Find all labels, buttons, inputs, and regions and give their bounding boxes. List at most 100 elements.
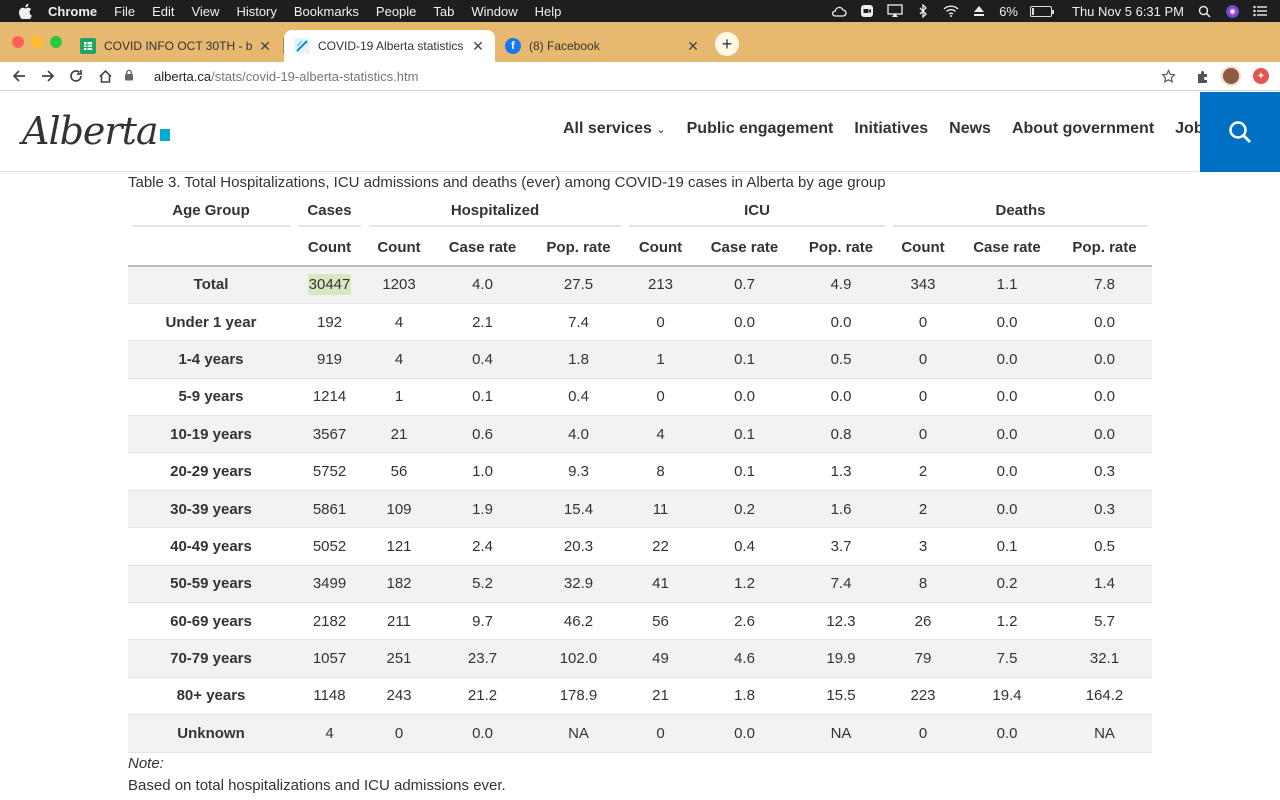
- minimize-window-button[interactable]: [31, 36, 43, 48]
- main-navigation: All services ⌄ Public engagement Initiat…: [563, 120, 1213, 138]
- table-cell: 109: [365, 490, 433, 529]
- siri-icon[interactable]: [1224, 4, 1240, 18]
- age-group-cell: 60-69 years: [128, 602, 294, 641]
- group-header-age: Age Group: [128, 198, 294, 230]
- menu-help[interactable]: Help: [535, 4, 562, 19]
- menu-window[interactable]: Window: [471, 4, 517, 19]
- tab-covid-info[interactable]: COVID INFO OCT 30TH - by Re ✕: [70, 30, 282, 62]
- tab-close-icon[interactable]: ✕: [258, 38, 272, 55]
- menu-app-name[interactable]: Chrome: [48, 4, 97, 19]
- sheets-icon: [80, 38, 96, 54]
- nav-public-engagement[interactable]: Public engagement: [687, 120, 834, 138]
- spotlight-search-icon[interactable]: [1196, 4, 1212, 18]
- table-cell: 251: [365, 639, 433, 678]
- notification-center-icon[interactable]: [1252, 4, 1268, 18]
- table-cell: 1: [365, 378, 433, 417]
- nav-about-government[interactable]: About government: [1012, 120, 1154, 138]
- clock[interactable]: Thu Nov 5 6:31 PM: [1072, 4, 1184, 19]
- eject-icon[interactable]: [971, 4, 987, 18]
- lock-icon[interactable]: [124, 69, 136, 84]
- home-button[interactable]: [91, 62, 119, 90]
- logo-mark-icon: [159, 129, 170, 141]
- table-cell: 3567: [294, 415, 365, 454]
- tab-covid-alberta[interactable]: COVID-19 Alberta statistics | a ✕: [284, 30, 495, 62]
- table-cell: 19.4: [957, 677, 1057, 716]
- nav-news[interactable]: News: [949, 120, 991, 138]
- table-row: Under 1 year 192 4 2.1 7.4 0 0.0 0.0 0 0.0 0.0: [128, 303, 1152, 342]
- url-path: /stats/covid-19-alberta-statistics.htm: [211, 69, 419, 84]
- table-cell: 0.0: [433, 714, 532, 753]
- table-cell: 3.7: [793, 527, 889, 566]
- zoom-window-button[interactable]: [50, 36, 62, 48]
- table-cell: 2: [889, 452, 957, 491]
- alberta-logo[interactable]: Alberta: [22, 106, 170, 156]
- table-cell: 7.8: [1057, 266, 1152, 304]
- table-cell: 0.1: [696, 340, 793, 379]
- reload-button[interactable]: [62, 62, 90, 90]
- table-cell: 0.0: [957, 340, 1057, 379]
- profile-avatar[interactable]: [1217, 62, 1245, 90]
- new-tab-button[interactable]: +: [715, 32, 739, 56]
- table-cell: 0.1: [696, 415, 793, 454]
- table-cell: 4.0: [532, 415, 625, 454]
- table-cell: 121: [365, 527, 433, 566]
- table-cell: 15.4: [532, 490, 625, 529]
- table-body: Total 30447 1203 4.0 27.5 213 0.7 4.9 343 1.1 7.8 U…: [128, 266, 1152, 753]
- cloud-icon[interactable]: [831, 4, 847, 18]
- note-text: Based on total hospitalizations and ICU …: [128, 777, 506, 794]
- airplay-icon[interactable]: [887, 4, 903, 18]
- table-cell: 0.4: [696, 527, 793, 566]
- table-cell: 3499: [294, 565, 365, 604]
- zoom-icon[interactable]: [859, 4, 875, 18]
- menu-file[interactable]: File: [114, 4, 135, 19]
- status-area: 6% Thu Nov 5 6:31 PM: [831, 0, 1268, 22]
- menu-bookmarks[interactable]: Bookmarks: [294, 4, 359, 19]
- apple-menu-icon[interactable]: [16, 0, 34, 22]
- group-header-hospitalized: Hospitalized: [365, 198, 625, 230]
- table-cell: 4.0: [433, 266, 532, 304]
- menu-history[interactable]: History: [236, 4, 276, 19]
- nav-initiatives[interactable]: Initiatives: [854, 120, 928, 138]
- menu-view[interactable]: View: [191, 4, 219, 19]
- extension-red-icon[interactable]: ✦: [1247, 62, 1275, 90]
- table-cell: 0.0: [1057, 303, 1152, 342]
- table-cell: 213: [625, 266, 696, 304]
- table-cell: 56: [625, 602, 696, 641]
- table-cell: 0: [625, 714, 696, 753]
- table-cell: 11: [625, 490, 696, 529]
- subheader-cell: Case rate: [696, 230, 793, 267]
- wifi-icon[interactable]: [943, 4, 959, 18]
- age-group-cell: 30-39 years: [128, 490, 294, 529]
- forward-button[interactable]: [34, 62, 62, 90]
- table-cell: 3: [889, 527, 957, 566]
- table-cell: 1214: [294, 378, 365, 417]
- table-cell: 243: [365, 677, 433, 716]
- menu-people[interactable]: People: [376, 4, 416, 19]
- menu-edit[interactable]: Edit: [152, 4, 174, 19]
- table-cell: 0.5: [1057, 527, 1152, 566]
- table-cell: 0.0: [957, 452, 1057, 491]
- extensions-puzzle-icon[interactable]: [1189, 62, 1217, 90]
- menu-tab[interactable]: Tab: [433, 4, 454, 19]
- table-cell: 0: [625, 303, 696, 342]
- table-cell: NA: [793, 714, 889, 753]
- tab-close-icon[interactable]: ✕: [471, 38, 485, 55]
- url-host: alberta.ca: [154, 69, 212, 84]
- table-cell: 0.2: [696, 490, 793, 529]
- bookmark-star-icon[interactable]: [1154, 62, 1182, 90]
- table-row: Unknown 4 0 0.0 NA 0 0.0 NA 0 0.0 NA: [128, 714, 1152, 753]
- bluetooth-icon[interactable]: [915, 4, 931, 18]
- address-bar[interactable]: alberta.ca/stats/covid-19-alberta-statis…: [124, 64, 1184, 89]
- close-window-button[interactable]: [12, 36, 24, 48]
- tab-close-icon[interactable]: ✕: [686, 38, 700, 55]
- site-search-button[interactable]: [1200, 92, 1280, 172]
- table-cell: 22: [625, 527, 696, 566]
- age-group-cell: 1-4 years: [128, 340, 294, 379]
- back-button[interactable]: [5, 62, 33, 90]
- battery-icon[interactable]: [1030, 5, 1054, 17]
- table-cell: 46.2: [532, 602, 625, 641]
- nav-all-services[interactable]: All services ⌄: [563, 120, 666, 138]
- subheader-cell: Count: [365, 230, 433, 267]
- tab-facebook[interactable]: f (8) Facebook ✕: [495, 30, 710, 62]
- subheader-cell: Case rate: [433, 230, 532, 267]
